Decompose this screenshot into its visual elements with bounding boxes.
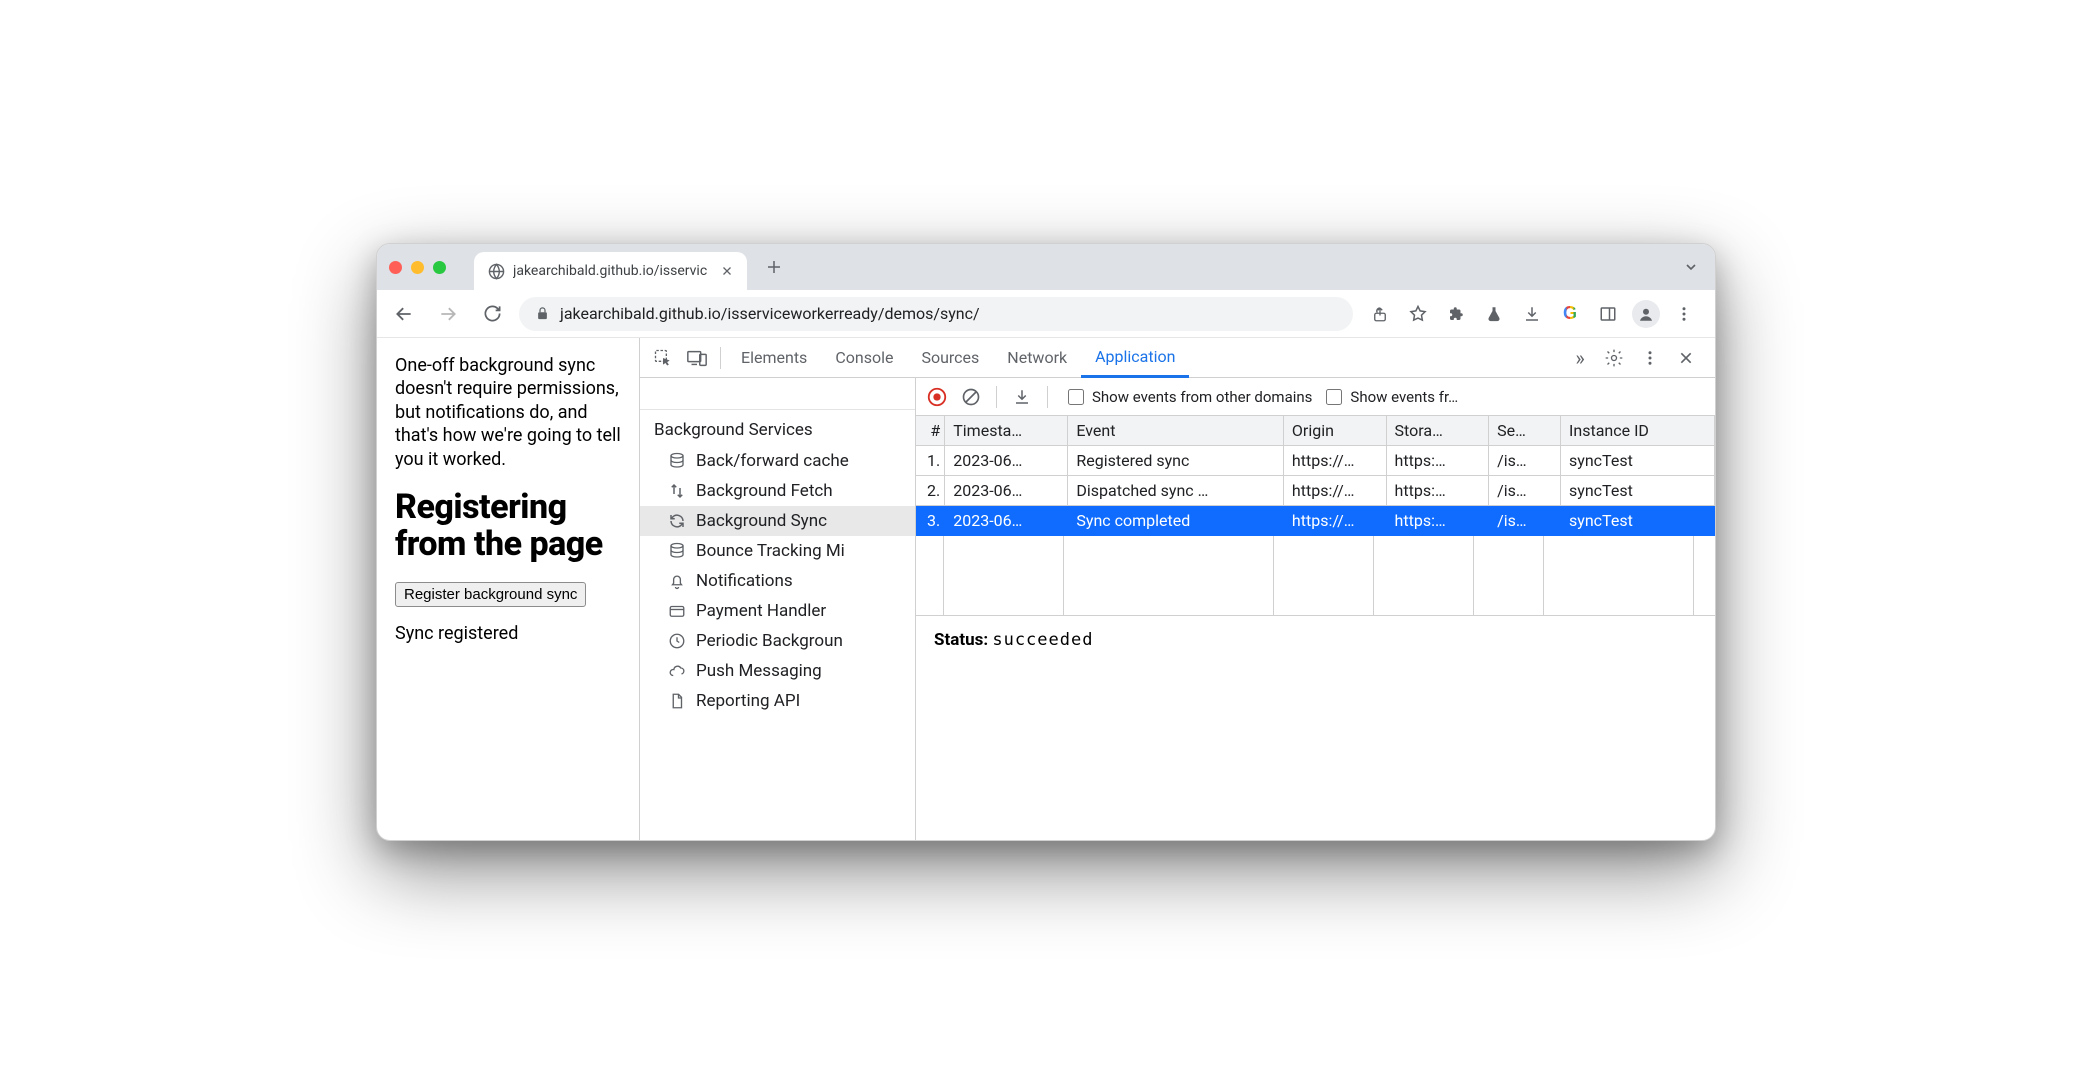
sidebar-item-reporting-api[interactable]: Reporting API — [640, 686, 915, 716]
minimize-window-button[interactable] — [411, 261, 424, 274]
updown-icon — [668, 482, 686, 500]
bookmark-star-icon[interactable] — [1401, 297, 1435, 331]
table-header[interactable]: Stora… — [1386, 416, 1489, 446]
register-sync-button[interactable]: Register background sync — [395, 582, 586, 607]
sidebar-item-payment-handler[interactable]: Payment Handler — [640, 596, 915, 626]
page-viewport: One-off background sync doesn't require … — [377, 338, 639, 840]
close-window-button[interactable] — [389, 261, 402, 274]
page-intro-text: One-off background sync doesn't require … — [395, 354, 621, 471]
sidebar-item-background-sync[interactable]: Background Sync — [640, 506, 915, 536]
events-table: #Timesta…EventOriginStora…Se…Instance ID… — [916, 416, 1715, 536]
browser-window: jakearchibald.github.io/isservic jakearc… — [376, 243, 1716, 841]
devtools-header: ElementsConsoleSourcesNetworkApplication… — [640, 338, 1715, 378]
status-line: Status: succeeded — [916, 616, 1715, 664]
forward-button[interactable] — [431, 297, 465, 331]
sidebar-item-back-forward-cache[interactable]: Back/forward cache — [640, 446, 915, 476]
tabs-dropdown-button[interactable] — [1683, 259, 1699, 279]
fullscreen-window-button[interactable] — [433, 261, 446, 274]
lock-icon — [535, 306, 550, 321]
browser-tab[interactable]: jakearchibald.github.io/isservic — [474, 252, 747, 290]
sidebar-item-push-messaging[interactable]: Push Messaging — [640, 656, 915, 686]
devtools-tabs: ElementsConsoleSourcesNetworkApplication — [727, 338, 1563, 378]
reload-button[interactable] — [475, 297, 509, 331]
sidebar-item-background-fetch[interactable]: Background Fetch — [640, 476, 915, 506]
table-empty-area — [916, 536, 1715, 616]
more-tabs-button[interactable]: » — [1563, 341, 1597, 375]
address-bar[interactable]: jakearchibald.github.io/isserviceworkerr… — [519, 297, 1353, 331]
save-events-icon[interactable] — [1007, 382, 1037, 412]
card-icon — [668, 602, 686, 620]
table-header[interactable]: # — [916, 416, 945, 446]
page-heading: Registering from the page — [395, 489, 621, 562]
share-icon[interactable] — [1363, 297, 1397, 331]
table-row[interactable]: 2.2023-06…Dispatched sync …https://…http… — [916, 476, 1715, 506]
google-account-icon[interactable]: G — [1553, 297, 1587, 331]
devtools-settings-icon[interactable] — [1597, 341, 1631, 375]
sidebar-item-notifications[interactable]: Notifications — [640, 566, 915, 596]
devtools-main: Show events from other domains Show even… — [916, 378, 1715, 840]
devtools-tab-sources[interactable]: Sources — [907, 338, 993, 378]
status-label: Status: — [934, 630, 988, 650]
close-devtools-icon[interactable] — [1669, 341, 1703, 375]
table-header[interactable]: Timesta… — [945, 416, 1068, 446]
url-text: jakearchibald.github.io/isserviceworkerr… — [560, 304, 980, 323]
table-row[interactable]: 3.2023-06…Sync completedhttps://…https:…… — [916, 506, 1715, 536]
page-status-text: Sync registered — [395, 623, 621, 644]
sidebar-group-title: Background Services — [640, 410, 915, 446]
new-tab-button[interactable] — [757, 250, 791, 284]
events-toolbar: Show events from other domains Show even… — [916, 378, 1715, 416]
sidebar-item-bounce-tracking-mi[interactable]: Bounce Tracking Mi — [640, 536, 915, 566]
tab-strip: jakearchibald.github.io/isservic — [377, 244, 1715, 290]
devtools-body: Background Services Back/forward cacheBa… — [640, 378, 1715, 840]
status-value: succeeded — [992, 630, 1093, 650]
table-header[interactable]: Se… — [1489, 416, 1561, 446]
record-button[interactable] — [922, 382, 952, 412]
table-header[interactable]: Instance ID — [1561, 416, 1715, 446]
inspect-element-icon[interactable] — [646, 341, 680, 375]
table-header-row: #Timesta…EventOriginStora…Se…Instance ID — [916, 416, 1715, 446]
file-icon — [668, 692, 686, 710]
browser-toolbar: jakearchibald.github.io/isserviceworkerr… — [377, 290, 1715, 338]
profile-avatar[interactable] — [1629, 297, 1663, 331]
cloud-icon — [668, 662, 686, 680]
bell-icon — [668, 572, 686, 590]
extensions-icon[interactable] — [1439, 297, 1473, 331]
devtools-tab-console[interactable]: Console — [821, 338, 907, 378]
toolbar-right: G — [1363, 297, 1705, 331]
show-events-checkbox-2[interactable]: Show events fr… — [1326, 388, 1458, 406]
devtools-tab-elements[interactable]: Elements — [727, 338, 821, 378]
db-icon — [668, 452, 686, 470]
side-panel-icon[interactable] — [1591, 297, 1625, 331]
traffic-lights — [389, 261, 446, 274]
downloads-icon[interactable] — [1515, 297, 1549, 331]
sidebar-item-periodic-backgroun[interactable]: Periodic Backgroun — [640, 626, 915, 656]
devtools-panel: ElementsConsoleSourcesNetworkApplication… — [639, 338, 1715, 840]
labs-flask-icon[interactable] — [1477, 297, 1511, 331]
close-tab-icon[interactable] — [715, 265, 733, 277]
clock-icon — [668, 632, 686, 650]
show-other-domains-checkbox[interactable]: Show events from other domains — [1068, 388, 1312, 406]
table-header[interactable]: Event — [1068, 416, 1284, 446]
device-toolbar-icon[interactable] — [680, 341, 714, 375]
db-icon — [668, 542, 686, 560]
sync-icon — [668, 512, 686, 530]
devtools-sidebar: Background Services Back/forward cacheBa… — [640, 378, 916, 840]
table-header[interactable]: Origin — [1283, 416, 1386, 446]
content-area: One-off background sync doesn't require … — [377, 338, 1715, 840]
devtools-kebab-icon[interactable] — [1633, 341, 1667, 375]
devtools-tab-network[interactable]: Network — [993, 338, 1081, 378]
table-row[interactable]: 1.2023-06…Registered synchttps://…https:… — [916, 446, 1715, 476]
globe-icon — [488, 263, 505, 280]
devtools-tab-application[interactable]: Application — [1081, 338, 1189, 378]
clear-button[interactable] — [956, 382, 986, 412]
tab-title: jakearchibald.github.io/isservic — [513, 263, 707, 279]
kebab-menu-icon[interactable] — [1667, 297, 1701, 331]
back-button[interactable] — [387, 297, 421, 331]
